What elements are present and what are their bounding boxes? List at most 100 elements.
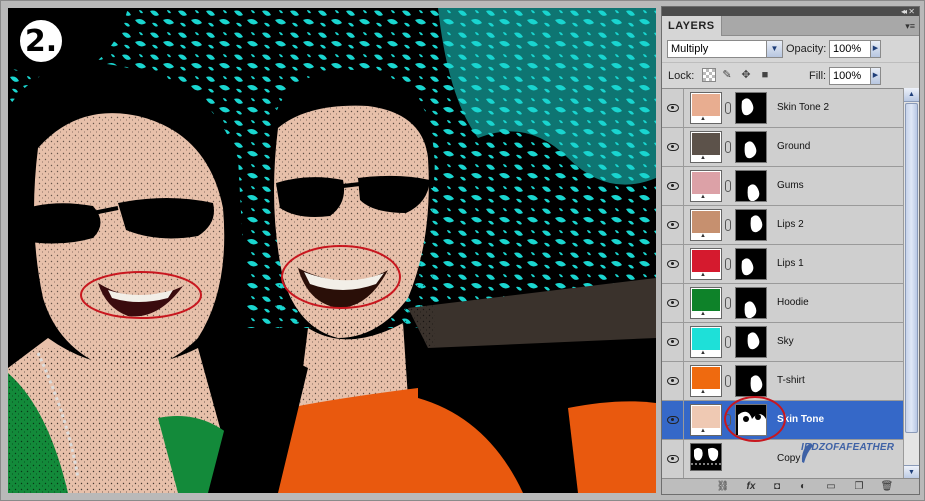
layers-scrollbar[interactable]: ▲ ▼ (903, 88, 919, 479)
mask-link-icon[interactable] (725, 141, 731, 153)
opacity-label: Opacity: (786, 43, 827, 55)
panel-title-bar[interactable]: ◂◂ ✕ (662, 7, 919, 16)
fill-color-thumbnail[interactable]: ▲ (690, 287, 722, 319)
layer-row[interactable]: ▲ T-shirt (662, 362, 903, 401)
adjustment-layer-icon[interactable]: ◐ (796, 480, 810, 493)
layer-row[interactable]: ▲ Lips 1 (662, 245, 903, 284)
layer-mask-thumbnail[interactable] (735, 209, 767, 241)
fill-adjustment-icon: ▲ (700, 428, 706, 434)
scroll-thumb[interactable] (905, 103, 918, 433)
layer-row[interactable]: ▲ Hoodie (662, 284, 903, 323)
scroll-down-icon[interactable]: ▼ (904, 465, 919, 479)
visibility-toggle[interactable] (662, 362, 684, 400)
close-icon[interactable]: ✕ (908, 7, 915, 16)
fill-color-thumbnail[interactable]: ▲ (690, 365, 722, 397)
opacity-input[interactable]: 100% (829, 40, 875, 58)
fill-color-thumbnail[interactable]: ▲ (690, 92, 722, 124)
lock-all-icon[interactable]: ■ (758, 68, 772, 82)
layer-name: Lips 1 (777, 258, 804, 269)
mask-link-icon[interactable] (725, 336, 731, 348)
add-mask-icon[interactable]: ◘ (770, 480, 784, 493)
fill-slider-arrow-icon[interactable]: ▶ (870, 67, 881, 85)
layer-name: Gums (777, 180, 804, 191)
fill-color-thumbnail[interactable]: ▲ (690, 326, 722, 358)
layer-mask-thumbnail[interactable] (735, 365, 767, 397)
opacity-slider-arrow-icon[interactable]: ▶ (870, 40, 881, 58)
panel-menu-icon[interactable]: ▾≡ (905, 21, 915, 32)
color-swatch (692, 289, 720, 311)
blend-mode-value: Multiply (671, 43, 709, 55)
mask-link-icon[interactable] (725, 375, 731, 387)
scroll-up-icon[interactable]: ▲ (904, 88, 919, 102)
fill-color-thumbnail[interactable]: ▲ (690, 131, 722, 163)
eye-icon (667, 143, 679, 151)
blend-row: Multiply ▼ Opacity: 100% ▶ (662, 36, 919, 62)
photo-layer-thumbnail[interactable] (690, 443, 722, 471)
mask-thumbnail-highlight (724, 396, 786, 442)
visibility-toggle[interactable] (662, 128, 684, 166)
document-canvas[interactable]: 2. (8, 8, 656, 493)
lock-image-pixels-icon[interactable]: ✎ (720, 68, 734, 82)
layer-mask-thumbnail[interactable] (735, 92, 767, 124)
eye-icon (667, 260, 679, 268)
layer-row[interactable]: ▲ Sky (662, 323, 903, 362)
fill-label: Fill: (809, 70, 827, 82)
fill-adjustment-icon: ▲ (700, 389, 706, 395)
mask-link-icon[interactable] (725, 102, 731, 114)
mask-link-icon[interactable] (725, 180, 731, 192)
mask-link-icon[interactable] (725, 258, 731, 270)
chevron-down-icon[interactable]: ▼ (766, 41, 782, 57)
layer-name: Copy (777, 453, 801, 464)
visibility-toggle[interactable] (662, 167, 684, 205)
fill-color-thumbnail[interactable]: ▲ (690, 248, 722, 280)
fill-color-thumbnail[interactable]: ▲ (690, 404, 722, 436)
fill-adjustment-icon: ▲ (700, 155, 706, 161)
screenshot-frame: 2. ◂◂ ✕ LAYERS ▾≡ Multiply ▼ Opacity: 10… (0, 0, 925, 501)
visibility-toggle[interactable] (662, 89, 684, 127)
layer-name: T-shirt (777, 375, 805, 386)
step-number-badge: 2. (18, 18, 64, 64)
trash-icon[interactable]: 🗑 (880, 480, 894, 493)
fill-color-thumbnail[interactable]: ▲ (690, 209, 722, 241)
layers-panel: ◂◂ ✕ LAYERS ▾≡ Multiply ▼ Opacity: 100% … (661, 6, 920, 495)
color-swatch (692, 133, 720, 155)
layer-row[interactable]: ▲ Ground (662, 128, 903, 167)
eye-icon (667, 416, 679, 424)
blend-mode-select[interactable]: Multiply ▼ (667, 40, 783, 58)
mask-link-icon[interactable] (725, 297, 731, 309)
layer-mask-thumbnail[interactable] (735, 248, 767, 280)
color-swatch (692, 172, 720, 194)
color-swatch (692, 406, 720, 428)
visibility-toggle[interactable] (662, 401, 684, 439)
mask-link-icon[interactable] (725, 219, 731, 231)
link-layers-icon[interactable]: ⛓ (716, 480, 730, 493)
color-swatch (692, 367, 720, 389)
visibility-toggle[interactable] (662, 245, 684, 283)
lock-transparent-pixels-icon[interactable] (702, 68, 716, 82)
visibility-toggle[interactable] (662, 284, 684, 322)
layer-style-icon[interactable]: fx (744, 480, 758, 493)
tab-layers[interactable]: LAYERS (662, 16, 722, 36)
visibility-toggle[interactable] (662, 206, 684, 244)
color-swatch (692, 211, 720, 233)
lock-position-icon[interactable]: ✥ (739, 68, 753, 82)
layer-row[interactable]: ▲ Skin Tone 2 (662, 89, 903, 128)
layer-mask-thumbnail[interactable] (735, 287, 767, 319)
layer-row[interactable]: ▲ Gums (662, 167, 903, 206)
fill-input[interactable]: 100% (829, 67, 875, 85)
color-swatch (692, 328, 720, 350)
eye-icon (667, 338, 679, 346)
visibility-toggle[interactable] (662, 323, 684, 361)
new-layer-icon[interactable]: ❐ (852, 480, 866, 493)
visibility-toggle[interactable] (662, 440, 684, 478)
collapse-icon[interactable]: ◂◂ (901, 7, 907, 16)
layer-mask-thumbnail[interactable] (735, 170, 767, 202)
layer-name: Lips 2 (777, 219, 804, 230)
layer-mask-thumbnail[interactable] (735, 131, 767, 163)
layer-row[interactable]: ▲ Lips 2 (662, 206, 903, 245)
new-group-icon[interactable]: ▭ (824, 480, 838, 493)
layer-mask-thumbnail[interactable] (735, 326, 767, 358)
fill-color-thumbnail[interactable]: ▲ (690, 170, 722, 202)
eye-icon (667, 299, 679, 307)
lock-label: Lock: (668, 70, 695, 82)
